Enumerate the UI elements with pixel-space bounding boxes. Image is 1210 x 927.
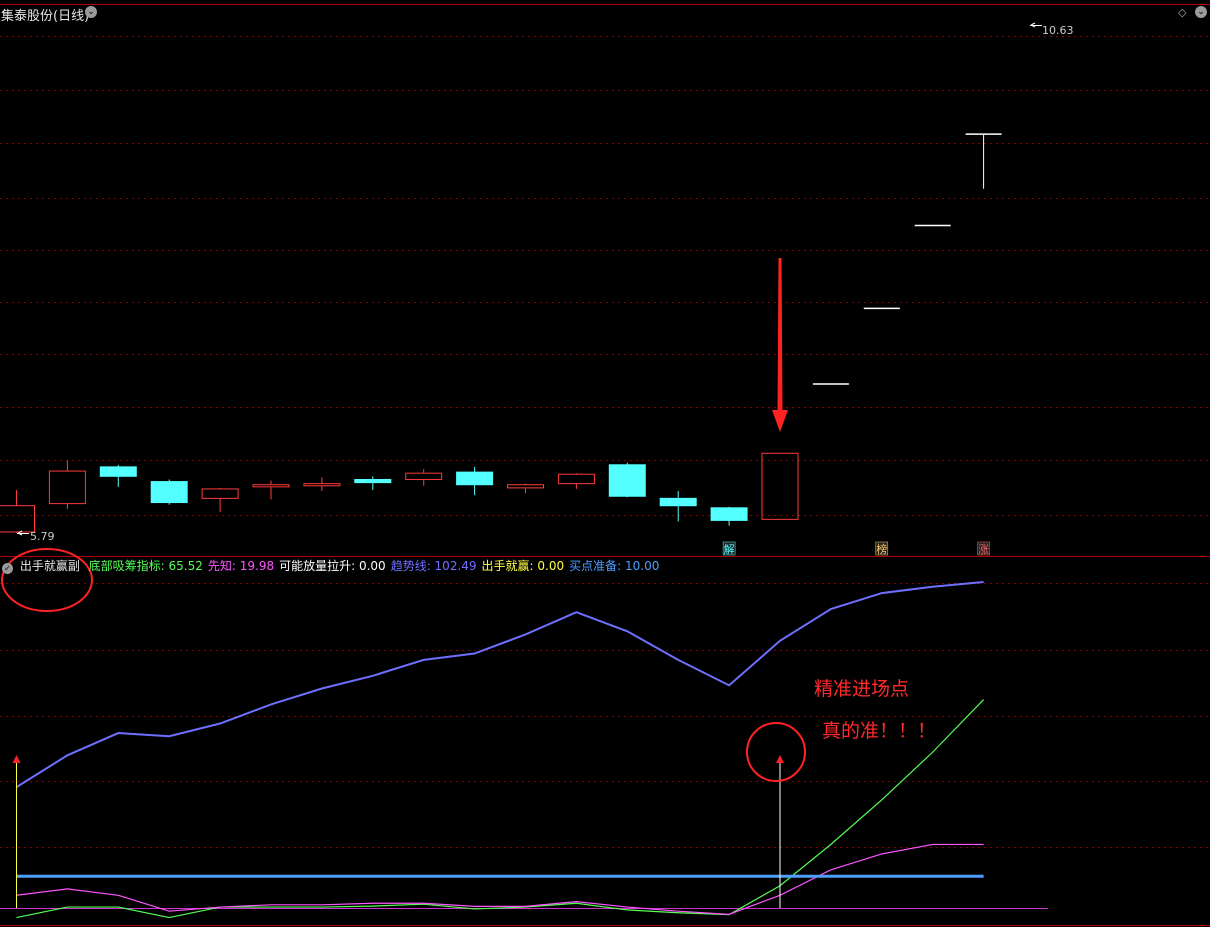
candle [48, 460, 86, 509]
candle-body-down [99, 466, 137, 477]
high-price-label: 10.63 [1042, 24, 1074, 37]
signal-up-arrow-icon [12, 754, 21, 763]
candle [405, 468, 443, 486]
candle [659, 491, 697, 522]
candle-body-down [456, 471, 494, 486]
legend-item: 出手就赢: 0.00 [481, 559, 565, 573]
candle-body-up [557, 473, 595, 485]
candle [507, 483, 544, 494]
candle [150, 479, 188, 505]
candle-body-up [252, 484, 290, 488]
candle [710, 506, 748, 526]
candle [201, 487, 239, 513]
indicator-name[interactable]: 出手就赢副 [20, 559, 80, 573]
settings-icon[interactable]: ✓ [2, 563, 13, 574]
candle-series [0, 133, 1002, 533]
entry-signal-highlight-circle [746, 722, 806, 782]
candle [608, 462, 646, 498]
indicator-line-先知 [16, 843, 984, 915]
candle-body-down [710, 507, 748, 521]
candle [303, 477, 341, 492]
candle-body-up [48, 470, 86, 505]
candle [557, 473, 595, 489]
candle [0, 489, 35, 533]
candle-body-down [608, 464, 646, 497]
signal-marker-text: 涨 [978, 543, 989, 556]
annotation-entry-point: 精准进场点 [814, 678, 910, 700]
candle-body-up [0, 505, 35, 533]
signal-marker-text: 解 [724, 542, 735, 556]
entry-arrow-icon [772, 258, 788, 432]
candle [456, 466, 494, 496]
candle [99, 464, 137, 487]
legend-item: 先知: 19.98 [207, 559, 275, 573]
legend-item: 买点准备: 10.00 [569, 559, 660, 573]
stock-chart[interactable]: 10.63 5.79 解 榜 涨 [0, 0, 1210, 927]
indicator-legend: ✓ 出手就赢副 底部吸筹指标: 65.52 先知: 19.98 可能放量拉升: 0.… [0, 557, 660, 574]
candle [965, 133, 1002, 189]
candle [354, 476, 392, 490]
annotation-accuracy: 真的准！！！ [822, 720, 937, 742]
price-overlay: 10.63 5.79 解 榜 涨 [17, 22, 1074, 556]
candle [252, 480, 290, 500]
legend-item: 底部吸筹指标: 65.52 [88, 559, 203, 573]
candle-body-down [354, 478, 392, 484]
candle-body-up [303, 483, 341, 487]
legend-item: 趋势线: 102.49 [390, 559, 477, 573]
legend-item: 可能放量拉升: 0.00 [279, 559, 386, 573]
candle [761, 452, 799, 520]
candle-body-up [405, 472, 443, 480]
grid-lines [0, 4, 1210, 926]
candle-body-up [761, 452, 799, 520]
signal-marker-text: 榜 [876, 542, 887, 556]
candle-body-down [150, 481, 188, 504]
low-price-label: 5.79 [30, 530, 55, 543]
candle-body-down [659, 497, 697, 507]
candle-body-up [201, 488, 239, 499]
candle-body-up [507, 484, 544, 489]
signal-up-arrow-icon [776, 754, 784, 763]
